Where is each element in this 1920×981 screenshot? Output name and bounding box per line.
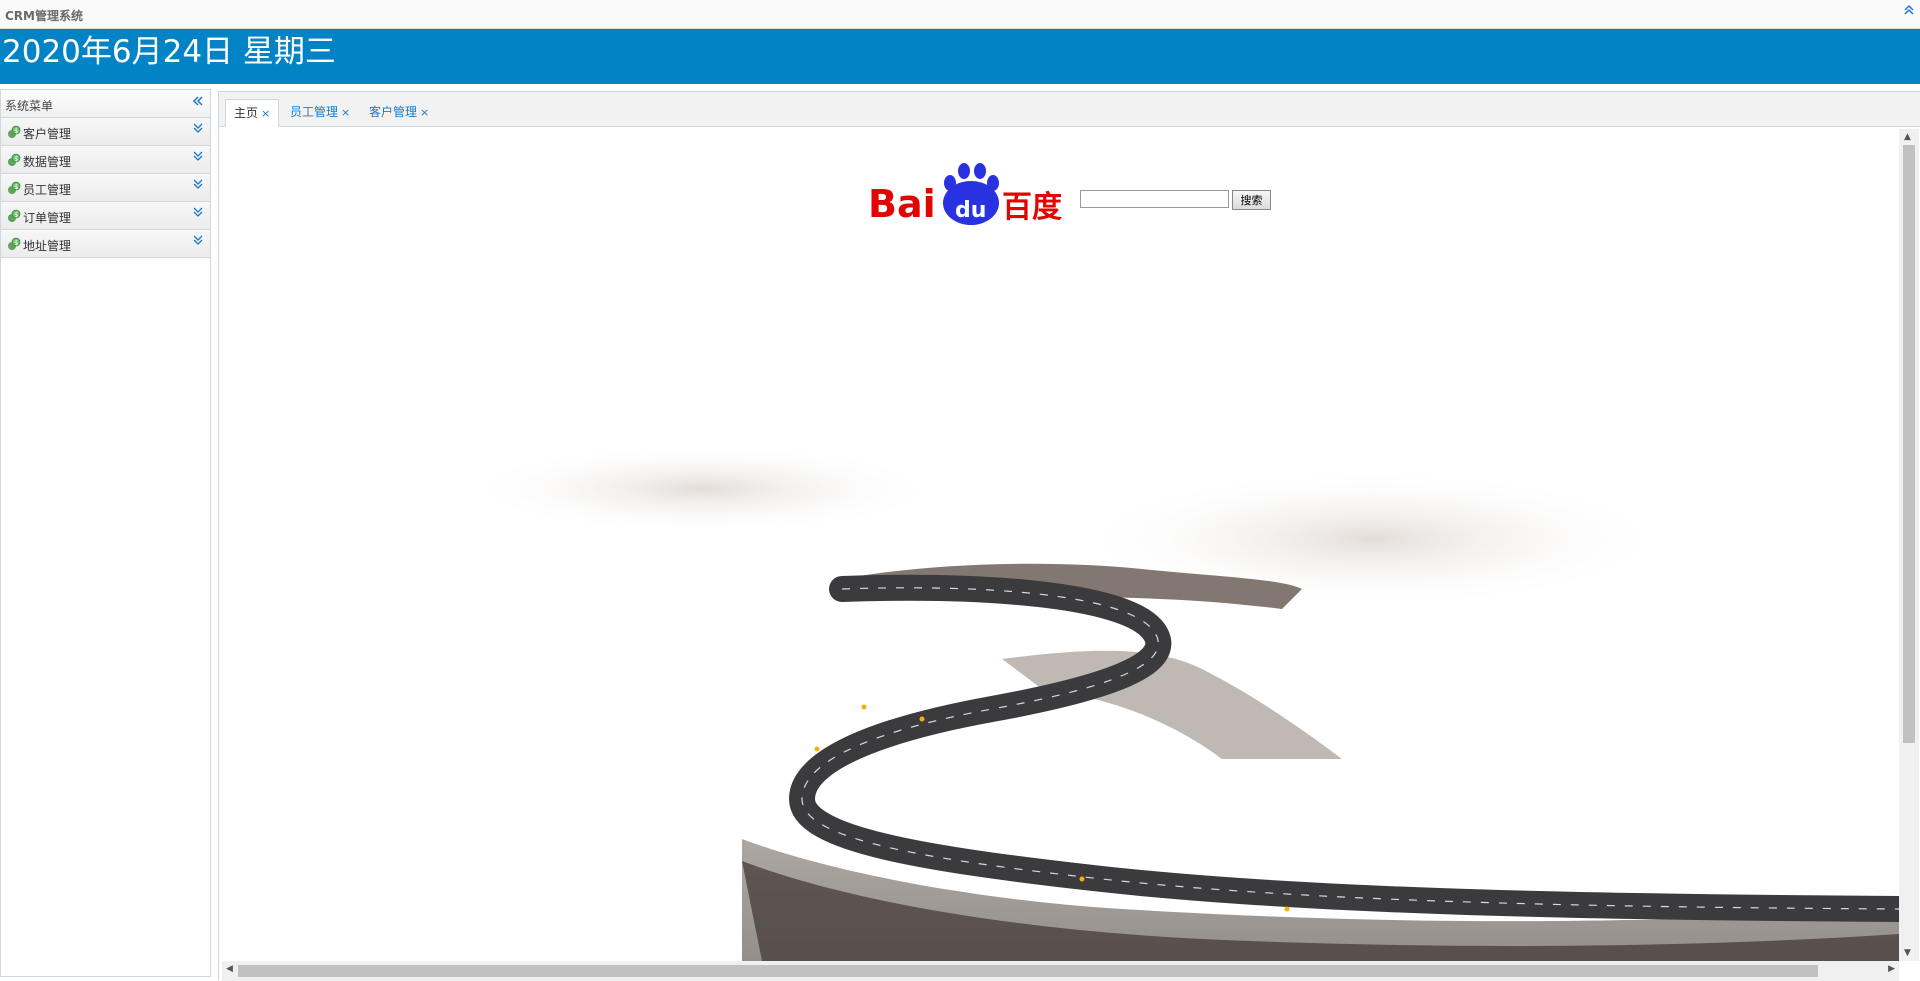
vertical-scrollbar[interactable]: ▲ ▼ bbox=[1899, 129, 1919, 961]
double-chevron-down-icon[interactable] bbox=[193, 151, 203, 163]
horizontal-scroll-thumb[interactable] bbox=[238, 965, 1818, 977]
double-chevron-down-icon[interactable] bbox=[193, 235, 203, 247]
svg-text:$: $ bbox=[14, 239, 18, 247]
scroll-right-icon[interactable]: ▶ bbox=[1888, 964, 1895, 974]
money-icon: $ bbox=[7, 237, 21, 251]
sidebar-item-orders[interactable]: $ 订单管理 bbox=[1, 202, 210, 230]
vertical-scroll-thumb[interactable] bbox=[1903, 145, 1915, 743]
landscape-image bbox=[462, 444, 1899, 961]
sidebar-item-label: 客户管理 bbox=[23, 127, 72, 141]
current-date: 2020年6月24日 星期三 bbox=[2, 34, 336, 70]
app-title: CRM管理系统 bbox=[5, 9, 83, 23]
tab-customer-management[interactable]: 客户管理 × bbox=[361, 99, 437, 127]
workspace: 主页 × 员工管理 × 客户管理 × Bai du 百度 搜索 ▲ ▼ ◀ ▶ bbox=[218, 91, 1920, 981]
scroll-down-icon[interactable]: ▼ bbox=[1904, 948, 1911, 958]
scroll-left-icon[interactable]: ◀ bbox=[226, 964, 233, 974]
double-chevron-down-icon[interactable] bbox=[193, 179, 203, 191]
money-icon: $ bbox=[7, 125, 21, 139]
money-icon: $ bbox=[7, 209, 21, 223]
tab-label: 员工管理 bbox=[290, 105, 339, 119]
sidebar-title: 系统菜单 bbox=[5, 99, 54, 113]
sidebar-item-label: 订单管理 bbox=[23, 211, 72, 225]
tab-close-icon[interactable]: × bbox=[261, 107, 270, 120]
tab-home[interactable]: 主页 × bbox=[225, 99, 280, 127]
sidebar-item-label: 地址管理 bbox=[23, 239, 72, 253]
sidebar-item-label: 员工管理 bbox=[23, 183, 72, 197]
logo-text-du: du bbox=[955, 198, 986, 223]
double-chevron-down-icon[interactable] bbox=[193, 207, 203, 219]
scroll-up-icon[interactable]: ▲ bbox=[1904, 132, 1911, 142]
sidebar-item-customers[interactable]: $ 客户管理 bbox=[1, 118, 210, 146]
logo-text-baidu-cn: 百度 bbox=[1002, 190, 1062, 225]
sidebar-item-addresses[interactable]: $ 地址管理 bbox=[1, 230, 210, 258]
search-input[interactable] bbox=[1080, 190, 1229, 208]
sidebar-header: 系统菜单 bbox=[1, 90, 210, 118]
sidebar: 系统菜单 $ 客户管理 $ 数据管理 $ 员工管理 $ 订单管理 $ 地址管理 bbox=[0, 89, 211, 977]
tab-close-icon[interactable]: × bbox=[420, 106, 429, 119]
collapse-sidebar-icon[interactable] bbox=[192, 94, 204, 110]
logo-text-bai: Bai bbox=[868, 182, 936, 226]
search-button[interactable]: 搜索 bbox=[1232, 190, 1271, 210]
svg-text:$: $ bbox=[14, 155, 18, 163]
collapse-header-icon[interactable] bbox=[1904, 4, 1914, 19]
svg-text:$: $ bbox=[14, 183, 18, 191]
date-banner: 2020年6月24日 星期三 bbox=[0, 29, 1920, 84]
sidebar-item-label: 数据管理 bbox=[23, 155, 72, 169]
app-titlebar: CRM管理系统 bbox=[0, 0, 1920, 29]
tab-content-home: Bai du 百度 搜索 bbox=[222, 129, 1899, 961]
money-icon: $ bbox=[7, 181, 21, 195]
tab-bar: 主页 × 员工管理 × 客户管理 × bbox=[219, 92, 1920, 127]
money-icon: $ bbox=[7, 153, 21, 167]
baidu-logo[interactable]: Bai du 百度 bbox=[868, 159, 1068, 231]
sidebar-item-data[interactable]: $ 数据管理 bbox=[1, 146, 210, 174]
double-chevron-down-icon[interactable] bbox=[193, 123, 203, 135]
svg-text:$: $ bbox=[14, 127, 18, 135]
horizontal-scrollbar[interactable]: ◀ ▶ bbox=[222, 961, 1899, 981]
tab-employee-management[interactable]: 员工管理 × bbox=[282, 99, 358, 127]
tab-label: 主页 bbox=[234, 106, 259, 120]
tab-label: 客户管理 bbox=[369, 105, 418, 119]
svg-text:$: $ bbox=[14, 211, 18, 219]
sidebar-item-employees[interactable]: $ 员工管理 bbox=[1, 174, 210, 202]
tab-close-icon[interactable]: × bbox=[341, 106, 350, 119]
